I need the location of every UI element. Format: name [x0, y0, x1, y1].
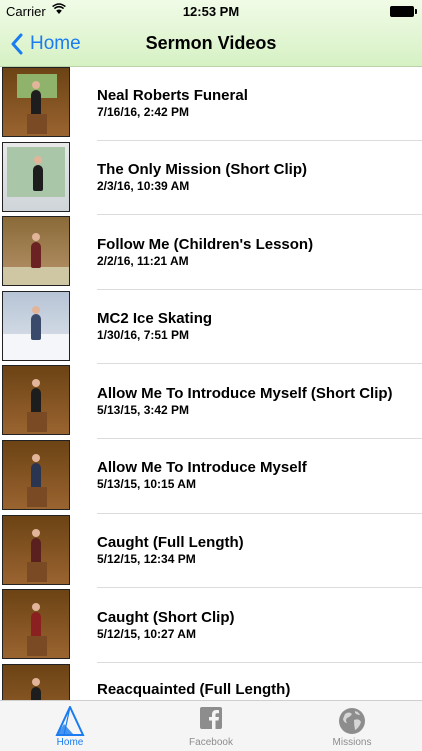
video-date: 5/12/15, 12:34 PM: [97, 552, 196, 567]
video-date: 5/13/15, 10:15 AM: [97, 477, 196, 492]
video-date: 7/16/16, 2:42 PM: [97, 104, 190, 119]
nav-bar: Home Sermon Videos: [0, 22, 422, 66]
video-date: 5/12/15, 10:27 AM: [97, 626, 196, 641]
tab-home[interactable]: Home: [0, 701, 140, 751]
video-title: Allow Me To Introduce Myself: [97, 459, 307, 477]
status-bar: Carrier 12:53 PM: [0, 0, 422, 22]
video-title: The Only Mission (Short Clip): [97, 161, 307, 179]
page-title: Sermon Videos: [145, 33, 277, 53]
list-item[interactable]: Caught (Short Clip) 5/12/15, 10:27 AM: [0, 588, 422, 663]
header: Carrier 12:53 PM Home Sermon Videos: [0, 0, 422, 67]
video-title: Reacquainted (Full Length): [97, 680, 291, 698]
video-thumbnail: [2, 216, 70, 287]
video-date: 2/2/16, 11:21 AM: [97, 253, 189, 268]
tab-missions-label: Missions: [332, 737, 372, 748]
list-item[interactable]: The Only Mission (Short Clip) 2/3/16, 10…: [0, 141, 422, 216]
video-title: Allow Me To Introduce Myself (Short Clip…: [97, 384, 393, 402]
list-item[interactable]: Allow Me To Introduce Myself (Short Clip…: [0, 364, 422, 439]
video-title: Follow Me (Children's Lesson): [97, 235, 314, 253]
tab-home-label: Home: [56, 737, 84, 748]
video-date: 1/30/16, 7:51 PM: [97, 328, 190, 343]
tab-missions[interactable]: Missions: [282, 701, 422, 751]
video-thumbnail: [2, 589, 70, 660]
video-title: Caught (Short Clip): [97, 608, 235, 626]
globe-icon: [339, 708, 365, 734]
list-item[interactable]: Reacquainted (Full Length): [0, 663, 422, 700]
video-thumbnail: [2, 67, 70, 137]
video-date: 2/3/16, 10:39 AM: [97, 179, 190, 194]
video-date: 5/13/15, 3:42 PM: [97, 402, 190, 417]
list-item[interactable]: Allow Me To Introduce Myself 5/13/15, 10…: [0, 439, 422, 514]
list-item[interactable]: Caught (Full Length) 5/12/15, 12:34 PM: [0, 514, 422, 589]
list-item[interactable]: Follow Me (Children's Lesson) 2/2/16, 11…: [0, 215, 422, 290]
tab-bar: Home Facebook Missions: [0, 700, 422, 751]
video-title: Neal Roberts Funeral: [97, 86, 248, 104]
facebook-icon: [200, 707, 222, 729]
list-item[interactable]: Neal Roberts Funeral 7/16/16, 2:42 PM: [0, 66, 422, 141]
status-time: 12:53 PM: [182, 4, 240, 19]
steeple-icon: [55, 706, 85, 736]
video-thumbnail: [2, 514, 70, 585]
video-thumbnail: [2, 141, 70, 212]
video-thumbnail: [2, 439, 70, 510]
battery-icon: [390, 6, 417, 17]
video-thumbnail: [2, 290, 70, 361]
video-list[interactable]: Neal Roberts Funeral 7/16/16, 2:42 PM Th…: [0, 66, 422, 700]
tab-facebook-label: Facebook: [189, 737, 233, 748]
video-title: MC2 Ice Skating: [97, 310, 213, 328]
video-thumbnail: [2, 663, 70, 700]
video-thumbnail: [2, 365, 70, 436]
tab-facebook[interactable]: Facebook: [141, 701, 281, 751]
video-title: Caught (Full Length): [97, 534, 244, 552]
list-item[interactable]: MC2 Ice Skating 1/30/16, 7:51 PM: [0, 290, 422, 365]
